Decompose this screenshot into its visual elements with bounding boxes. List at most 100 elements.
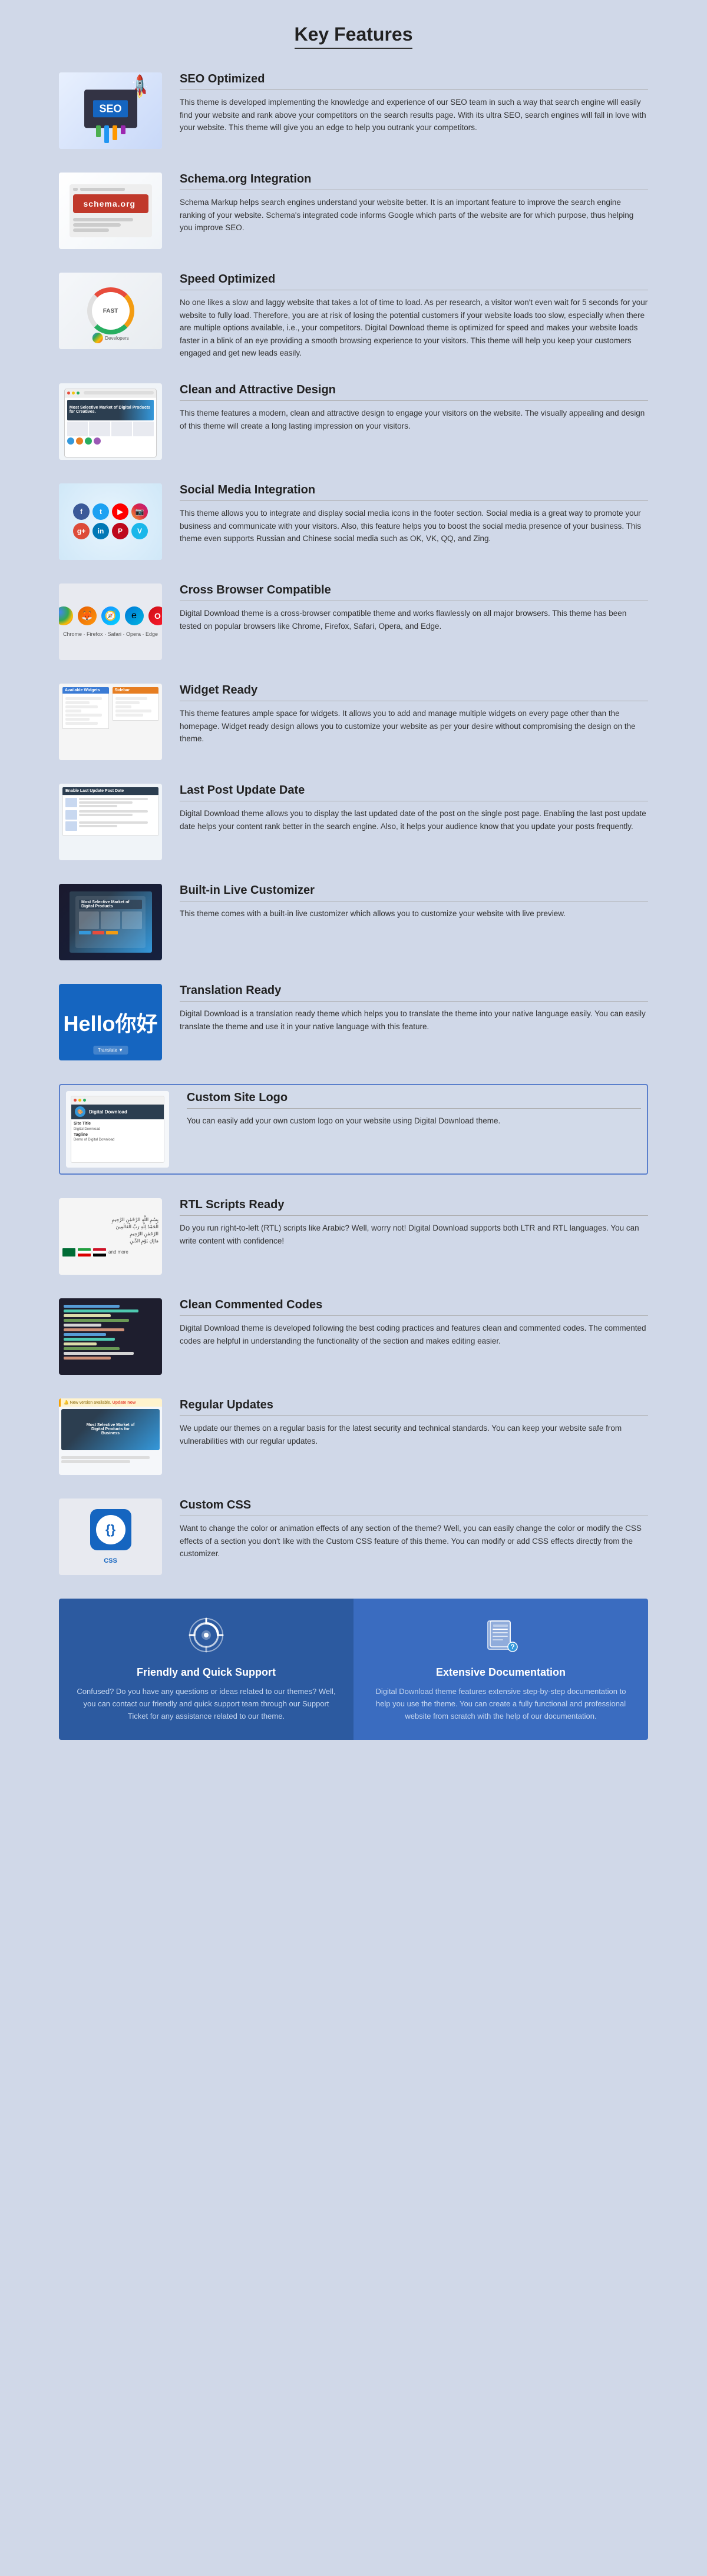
cust-preview: Most Selective Market of Digital Product…	[70, 891, 152, 953]
feature-row-updates: 🔔 New version available. Update now Most…	[59, 1398, 648, 1475]
feature-title-rtl: RTL Scripts Ready	[180, 1198, 648, 1216]
docs-icon: ?	[480, 1616, 521, 1657]
safari-logo: 🧭	[101, 606, 120, 625]
flag-sa	[62, 1248, 75, 1256]
logo-browser: 🎨 Digital Download Site Title Digital Do…	[71, 1096, 164, 1163]
feature-image-logo: 🎨 Digital Download Site Title Digital Do…	[66, 1091, 169, 1168]
feature-desc-social: This theme allows you to integrate and d…	[180, 507, 648, 545]
code-line-1	[64, 1305, 120, 1308]
hello-multilang-text: Hello你好	[63, 1007, 157, 1037]
feature-desc-widget: This theme features ample space for widg…	[180, 707, 648, 745]
css-logo-inner: {}	[96, 1515, 125, 1544]
feature-row-schema: schema.org Schema.org Integration Schema…	[59, 173, 648, 249]
feature-image-design: Most Selective Market of Digital Product…	[59, 383, 162, 460]
feature-row-logo: 🎨 Digital Download Site Title Digital Do…	[59, 1084, 648, 1175]
twitter-icon: t	[92, 503, 109, 520]
feature-image-customizer: Most Selective Market of Digital Product…	[59, 884, 162, 960]
feature-image-widget: Available Widgets Sidebar	[59, 684, 162, 760]
translation-bar: Translate ▼	[93, 1046, 128, 1055]
feature-title-translation: Translation Ready	[180, 984, 648, 1002]
feature-content-logo: Custom Site Logo You can easily add your…	[187, 1091, 641, 1128]
feature-desc-lastpost: Digital Download theme allows you to dis…	[180, 807, 648, 833]
feature-title-schema: Schema.org Integration	[180, 173, 648, 190]
title-wrapper: Key Features	[59, 24, 648, 49]
feature-title-seo: SEO Optimized	[180, 72, 648, 90]
feature-image-translation: Hello你好 Translate ▼	[59, 984, 162, 1060]
lp-body	[62, 795, 158, 836]
feature-desc-schema: Schema Markup helps search engines under…	[180, 196, 648, 234]
updates-notice: 🔔 New version available. Update now	[59, 1398, 162, 1407]
code-line-12	[64, 1357, 111, 1360]
feature-content-customcss: Custom CSS Want to change the color or a…	[180, 1498, 648, 1560]
lp-header: Enable Last Update Post Date	[62, 787, 158, 795]
feature-desc-crossbrowser: Digital Download theme is a cross-browse…	[180, 607, 648, 632]
svg-text:?: ?	[510, 1643, 514, 1651]
docs-icon-svg: ?	[482, 1616, 520, 1655]
feature-desc-logo: You can easily add your own custom logo …	[187, 1115, 641, 1128]
feature-image-social: f t ▶ 📷 g+ in P V	[59, 483, 162, 560]
updates-browser-preview: Most Selective Market ofDigital Products…	[61, 1409, 160, 1450]
feature-desc-cleancode: Digital Download theme is developed foll…	[180, 1322, 648, 1347]
feature-image-schema: schema.org	[59, 173, 162, 249]
clean-browser: Most Selective Market of Digital Product…	[64, 389, 157, 457]
code-line-5	[64, 1324, 101, 1327]
opera-logo: O	[148, 606, 163, 625]
logo-placeholder: 🎨	[75, 1106, 85, 1117]
feature-desc-design: This theme features a modern, clean and …	[180, 407, 648, 432]
css-braces-icon: {}	[105, 1522, 115, 1537]
feature-image-crossbrowser: 🦊 🧭 e O Chrome · Firefox · Safari · Oper…	[59, 584, 162, 660]
feature-title-logo: Custom Site Logo	[187, 1091, 641, 1109]
docs-desc: Digital Download theme features extensiv…	[368, 1686, 633, 1722]
code-line-11	[64, 1352, 134, 1355]
seo-monitor: SEO	[84, 89, 137, 128]
youtube-icon: ▶	[112, 503, 128, 520]
feature-desc-translation: Digital Download is a translation ready …	[180, 1007, 648, 1033]
feature-image-customcss: {} CSS	[59, 1498, 162, 1575]
code-line-8	[64, 1338, 115, 1341]
feature-desc-updates: We update our themes on a regular basis …	[180, 1422, 648, 1447]
feature-content-crossbrowser: Cross Browser Compatible Digital Downloa…	[180, 584, 648, 632]
update-link[interactable]: Update now	[113, 1401, 136, 1405]
page-wrapper: Key Features 🚀 SEO SEO Optimized This th…	[0, 0, 707, 1763]
code-line-9	[64, 1342, 97, 1345]
docs-card: ? Extensive Documentation Digital Downlo…	[353, 1599, 648, 1740]
feature-title-customizer: Built-in Live Customizer	[180, 884, 648, 901]
feature-title-widget: Widget Ready	[180, 684, 648, 701]
feature-desc-rtl: Do you run right-to-left (RTL) scripts l…	[180, 1222, 648, 1247]
feature-content-cleancode: Clean Commented Codes Digital Download t…	[180, 1298, 648, 1347]
css-label: CSS	[104, 1557, 117, 1564]
support-card: Friendly and Quick Support Confused? Do …	[59, 1599, 353, 1740]
feature-row-lastpost: Enable Last Update Post Date	[59, 784, 648, 860]
rtl-arabic-text: بِسْمِ اللَّهِ الرَّحْمَٰنِ الرَّحِيمِ ا…	[62, 1216, 158, 1245]
rtl-flags: and more	[62, 1248, 158, 1256]
schema-badge: schema.org	[73, 194, 148, 213]
seo-bars	[59, 125, 162, 143]
support-icon-svg	[187, 1616, 226, 1655]
widget-content-area	[62, 694, 109, 729]
feature-row-translation: Hello你好 Translate ▼ Translation Ready Di…	[59, 984, 648, 1060]
page-title: Key Features	[295, 24, 413, 49]
support-title: Friendly and Quick Support	[137, 1666, 276, 1679]
feature-row-widget: Available Widgets Sidebar	[59, 684, 648, 760]
feature-desc-customcss: Want to change the color or animation ef…	[180, 1522, 648, 1560]
feature-content-social: Social Media Integration This theme allo…	[180, 483, 648, 545]
updates-text-lines	[59, 1453, 162, 1467]
feature-row-crossbrowser: 🦊 🧭 e O Chrome · Firefox · Safari · Oper…	[59, 584, 648, 660]
feature-title-social: Social Media Integration	[180, 483, 648, 501]
feature-title-cleancode: Clean Commented Codes	[180, 1298, 648, 1316]
code-line-7	[64, 1333, 106, 1336]
feature-title-design: Clean and Attractive Design	[180, 383, 648, 401]
support-icon	[186, 1616, 227, 1657]
code-line-2	[64, 1309, 138, 1312]
feature-title-customcss: Custom CSS	[180, 1498, 648, 1516]
edge-logo: e	[125, 606, 144, 625]
social-icons-grid: f t ▶ 📷 g+ in P V	[73, 503, 148, 539]
instagram-icon: 📷	[131, 503, 148, 520]
feature-row-speed: FAST Developers Speed Optimized No one l…	[59, 273, 648, 360]
feature-content-speed: Speed Optimized No one likes a slow and …	[180, 273, 648, 360]
flag-ir	[78, 1248, 91, 1256]
widget-title-bar: Available Widgets	[62, 687, 109, 694]
css-logo: {}	[90, 1509, 131, 1550]
flag-eg	[93, 1248, 106, 1256]
support-desc: Confused? Do you have any questions or i…	[74, 1686, 339, 1722]
